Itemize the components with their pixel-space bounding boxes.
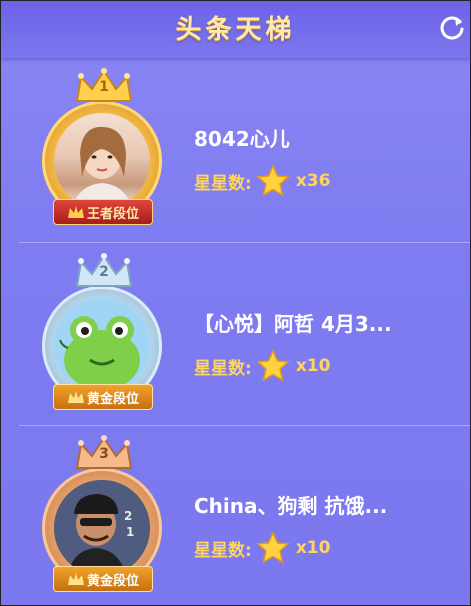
portrait-icon — [72, 126, 132, 209]
rank-badge: 王者段位 — [53, 199, 153, 225]
star-icon — [256, 349, 290, 382]
stars-label: 星星数: — [194, 173, 252, 194]
star-icon — [256, 531, 290, 564]
ladder-row-2[interactable]: 2 黄金段位 【心悦】阿哲 4月3... 星星数: x10 — [1, 244, 470, 424]
star-count: 星星数: x10 — [194, 348, 330, 384]
cartoon-person-icon: 2 1 — [54, 480, 150, 576]
avatar — [54, 113, 150, 209]
small-crown-icon — [67, 573, 84, 585]
player-name: China、狗剩 抗饿... — [194, 494, 388, 518]
small-crown-icon — [67, 391, 84, 403]
rank-number: 1 — [99, 79, 109, 95]
row-divider — [19, 242, 470, 243]
stars-count: x10 — [295, 538, 331, 558]
player-name: 8042心儿 — [194, 127, 290, 151]
avatar: 2 1 — [54, 480, 150, 576]
small-crown-icon — [67, 206, 84, 218]
svg-text:1: 1 — [126, 525, 134, 539]
ladder-row-3[interactable]: 2 1 3 黄金段位 China、狗剩 抗饿... 星星数: x10 — [1, 426, 470, 605]
rank-badge: 黄金段位 — [53, 566, 153, 592]
badge-label: 王者段位 — [86, 206, 139, 222]
star-count: 星星数: x36 — [194, 163, 330, 199]
refresh-icon[interactable] — [438, 13, 466, 41]
rank-number: 3 — [99, 446, 109, 462]
avatar-frame: 2 黄金段位 — [39, 252, 169, 422]
page-title: 头条天梯 — [175, 15, 296, 45]
app-frame: 头条天梯 1 王者段位 8042心儿 星星数: x36 2 黄金段位 【心悦】阿… — [0, 0, 471, 606]
avatar-frame: 1 王者段位 — [39, 67, 169, 237]
header-bar: 头条天梯 — [1, 1, 470, 58]
ladder-row-1[interactable]: 1 王者段位 8042心儿 星星数: x36 — [1, 59, 470, 239]
rank-badge: 黄金段位 — [53, 384, 153, 410]
badge-label: 黄金段位 — [86, 573, 139, 589]
stars-count: x10 — [295, 356, 331, 376]
badge-label: 黄金段位 — [86, 391, 139, 407]
star-count: 星星数: x10 — [194, 530, 330, 566]
star-icon — [256, 164, 290, 197]
stars-label: 星星数: — [194, 358, 252, 379]
stars-label: 星星数: — [194, 540, 252, 561]
avatar-frame: 2 1 3 黄金段位 — [39, 434, 169, 604]
avatar — [54, 298, 150, 394]
svg-text:2: 2 — [124, 509, 132, 523]
rank-number: 2 — [99, 264, 109, 280]
frog-icon — [59, 316, 140, 390]
stars-count: x36 — [295, 171, 331, 191]
player-name: 【心悦】阿哲 4月3... — [194, 312, 392, 336]
